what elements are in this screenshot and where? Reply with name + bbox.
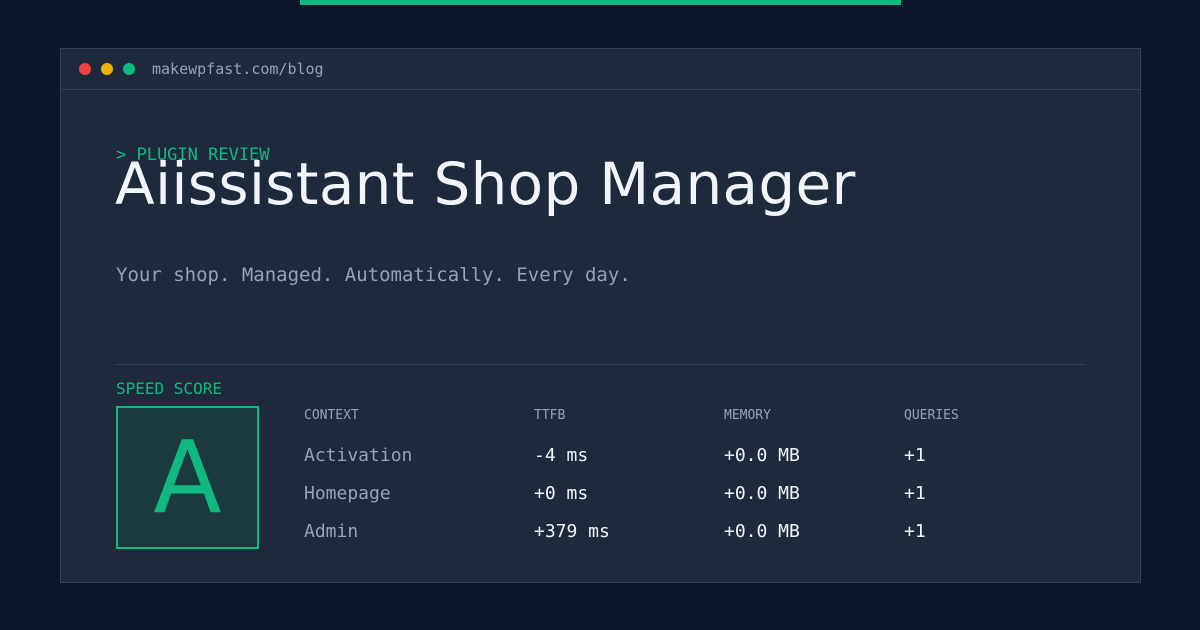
window-url: makewpfast.com/blog [152,60,324,78]
row-memory-admin: +0.0 MB [724,521,800,542]
column-header-context: CONTEXT [304,408,359,423]
minimize-dot-icon [101,63,113,75]
speed-grade: A [153,418,222,536]
maximize-dot-icon [123,63,135,75]
page-tagline: Your shop. Managed. Automatically. Every… [116,264,631,286]
column-header-ttfb: TTFB [534,408,566,423]
row-ttfb-admin: +379 ms [534,521,610,542]
column-header-queries: QUERIES [904,408,959,423]
close-dot-icon [79,63,91,75]
browser-window: makewpfast.com/blog > PLUGIN REVIEW Aiis… [60,48,1141,583]
row-queries-admin: +1 [904,521,926,542]
row-context-homepage: Homepage [304,483,391,504]
speed-score-label: SPEED SCORE [116,379,222,398]
divider [116,364,1085,365]
page-title: Aiissistant Shop Manager [115,150,856,218]
row-ttfb-homepage: +0 ms [534,483,589,504]
row-memory-homepage: +0.0 MB [724,483,800,504]
row-memory-activation: +0.0 MB [724,445,800,466]
row-queries-homepage: +1 [904,483,926,504]
row-queries-activation: +1 [904,445,926,466]
row-context-activation: Activation [304,445,413,466]
top-accent-bar [300,0,901,5]
row-context-admin: Admin [304,521,359,542]
row-ttfb-activation: -4 ms [534,445,589,466]
column-header-memory: MEMORY [724,408,771,423]
speed-grade-badge: A [116,406,259,549]
window-titlebar: makewpfast.com/blog [61,49,1140,90]
